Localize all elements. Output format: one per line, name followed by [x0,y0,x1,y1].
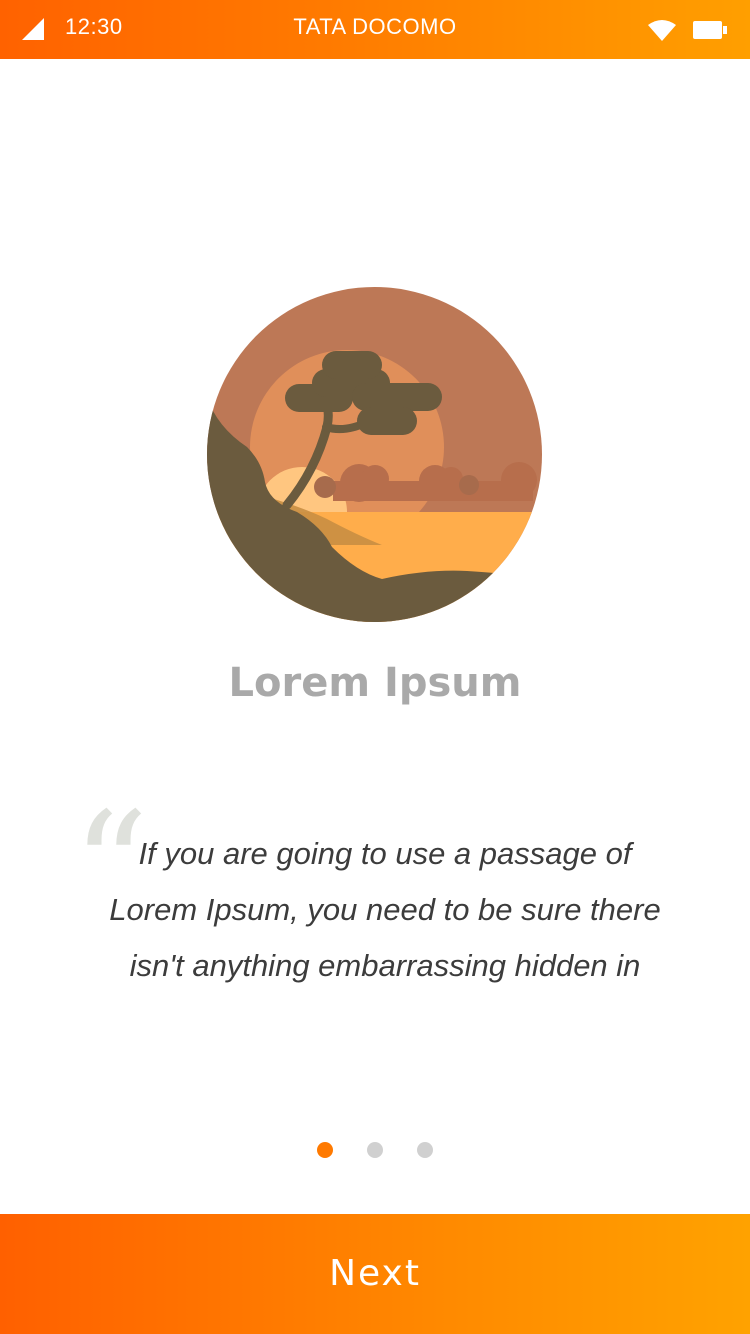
page-dot-2[interactable] [367,1142,383,1158]
page-title: Lorem Ipsum [228,660,522,706]
carrier-name: TATA DOCOMO [293,14,457,39]
savanna-sunset-illustration [207,287,542,622]
page-indicator [0,1142,750,1158]
status-bar: 12:30 TATA DOCOMO [0,0,750,59]
wifi-icon [648,20,676,41]
next-button[interactable]: Next [0,1214,750,1334]
page-dot-3[interactable] [417,1142,433,1158]
quote-text: If you are going to use a passage of Lor… [109,836,661,983]
page-dot-1[interactable] [317,1142,333,1158]
battery-icon [693,21,727,39]
